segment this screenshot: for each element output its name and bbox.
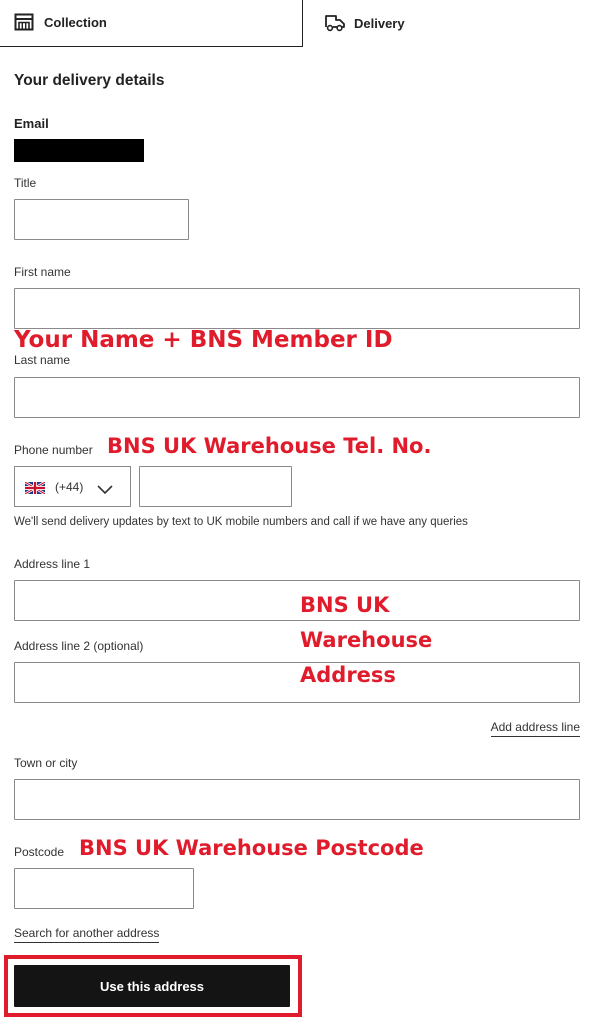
- last-name-input[interactable]: [14, 377, 580, 418]
- annotation-address-3: Address: [300, 663, 396, 687]
- title-input[interactable]: [14, 199, 189, 240]
- phone-label: Phone number: [14, 443, 93, 457]
- email-value-redacted: [14, 139, 144, 162]
- town-input[interactable]: [14, 779, 580, 820]
- first-name-label: First name: [14, 265, 71, 279]
- search-another-address-link[interactable]: Search for another address: [14, 926, 160, 943]
- page-title: Your delivery details: [14, 72, 165, 89]
- chevron-down-icon: [97, 482, 113, 494]
- email-label: Email: [14, 116, 49, 131]
- postcode-input[interactable]: [14, 868, 194, 909]
- annotation-address-2: Warehouse: [300, 628, 433, 652]
- store-icon: [14, 13, 34, 31]
- last-name-label: Last name: [14, 353, 71, 367]
- annotation-phone: BNS UK Warehouse Tel. No.: [107, 434, 432, 458]
- fulfilment-tabs: Collection Delivery: [0, 0, 598, 47]
- address-line-1-label: Address line 1: [14, 557, 91, 571]
- tab-collection-label: Collection: [44, 14, 107, 30]
- address-line-2-label: Address line 2 (optional): [14, 639, 144, 653]
- first-name-input[interactable]: [14, 288, 580, 329]
- annotation-name: Your Name + BNS Member ID: [14, 327, 393, 353]
- tab-delivery[interactable]: Delivery: [303, 0, 598, 46]
- annotation-postcode: BNS UK Warehouse Postcode: [79, 836, 424, 860]
- country-code-value: (+44): [55, 479, 84, 494]
- tab-delivery-label: Delivery: [354, 15, 405, 31]
- van-icon: [324, 14, 345, 32]
- annotation-address-1: BNS UK: [300, 593, 390, 617]
- add-address-line-link[interactable]: Add address line: [490, 720, 580, 737]
- phone-number-input[interactable]: [139, 466, 292, 507]
- use-this-address-button[interactable]: Use this address: [14, 965, 290, 1007]
- phone-helper-text: We'll send delivery updates by text to U…: [14, 516, 468, 528]
- title-label: Title: [14, 176, 37, 190]
- uk-flag-icon: [24, 480, 46, 495]
- address-line-1-input[interactable]: [14, 580, 580, 621]
- address-line-2-input[interactable]: [14, 662, 580, 703]
- country-code-select[interactable]: (+44): [14, 466, 131, 507]
- tab-collection[interactable]: Collection: [0, 0, 303, 47]
- town-label: Town or city: [14, 756, 78, 770]
- postcode-label: Postcode: [14, 845, 65, 859]
